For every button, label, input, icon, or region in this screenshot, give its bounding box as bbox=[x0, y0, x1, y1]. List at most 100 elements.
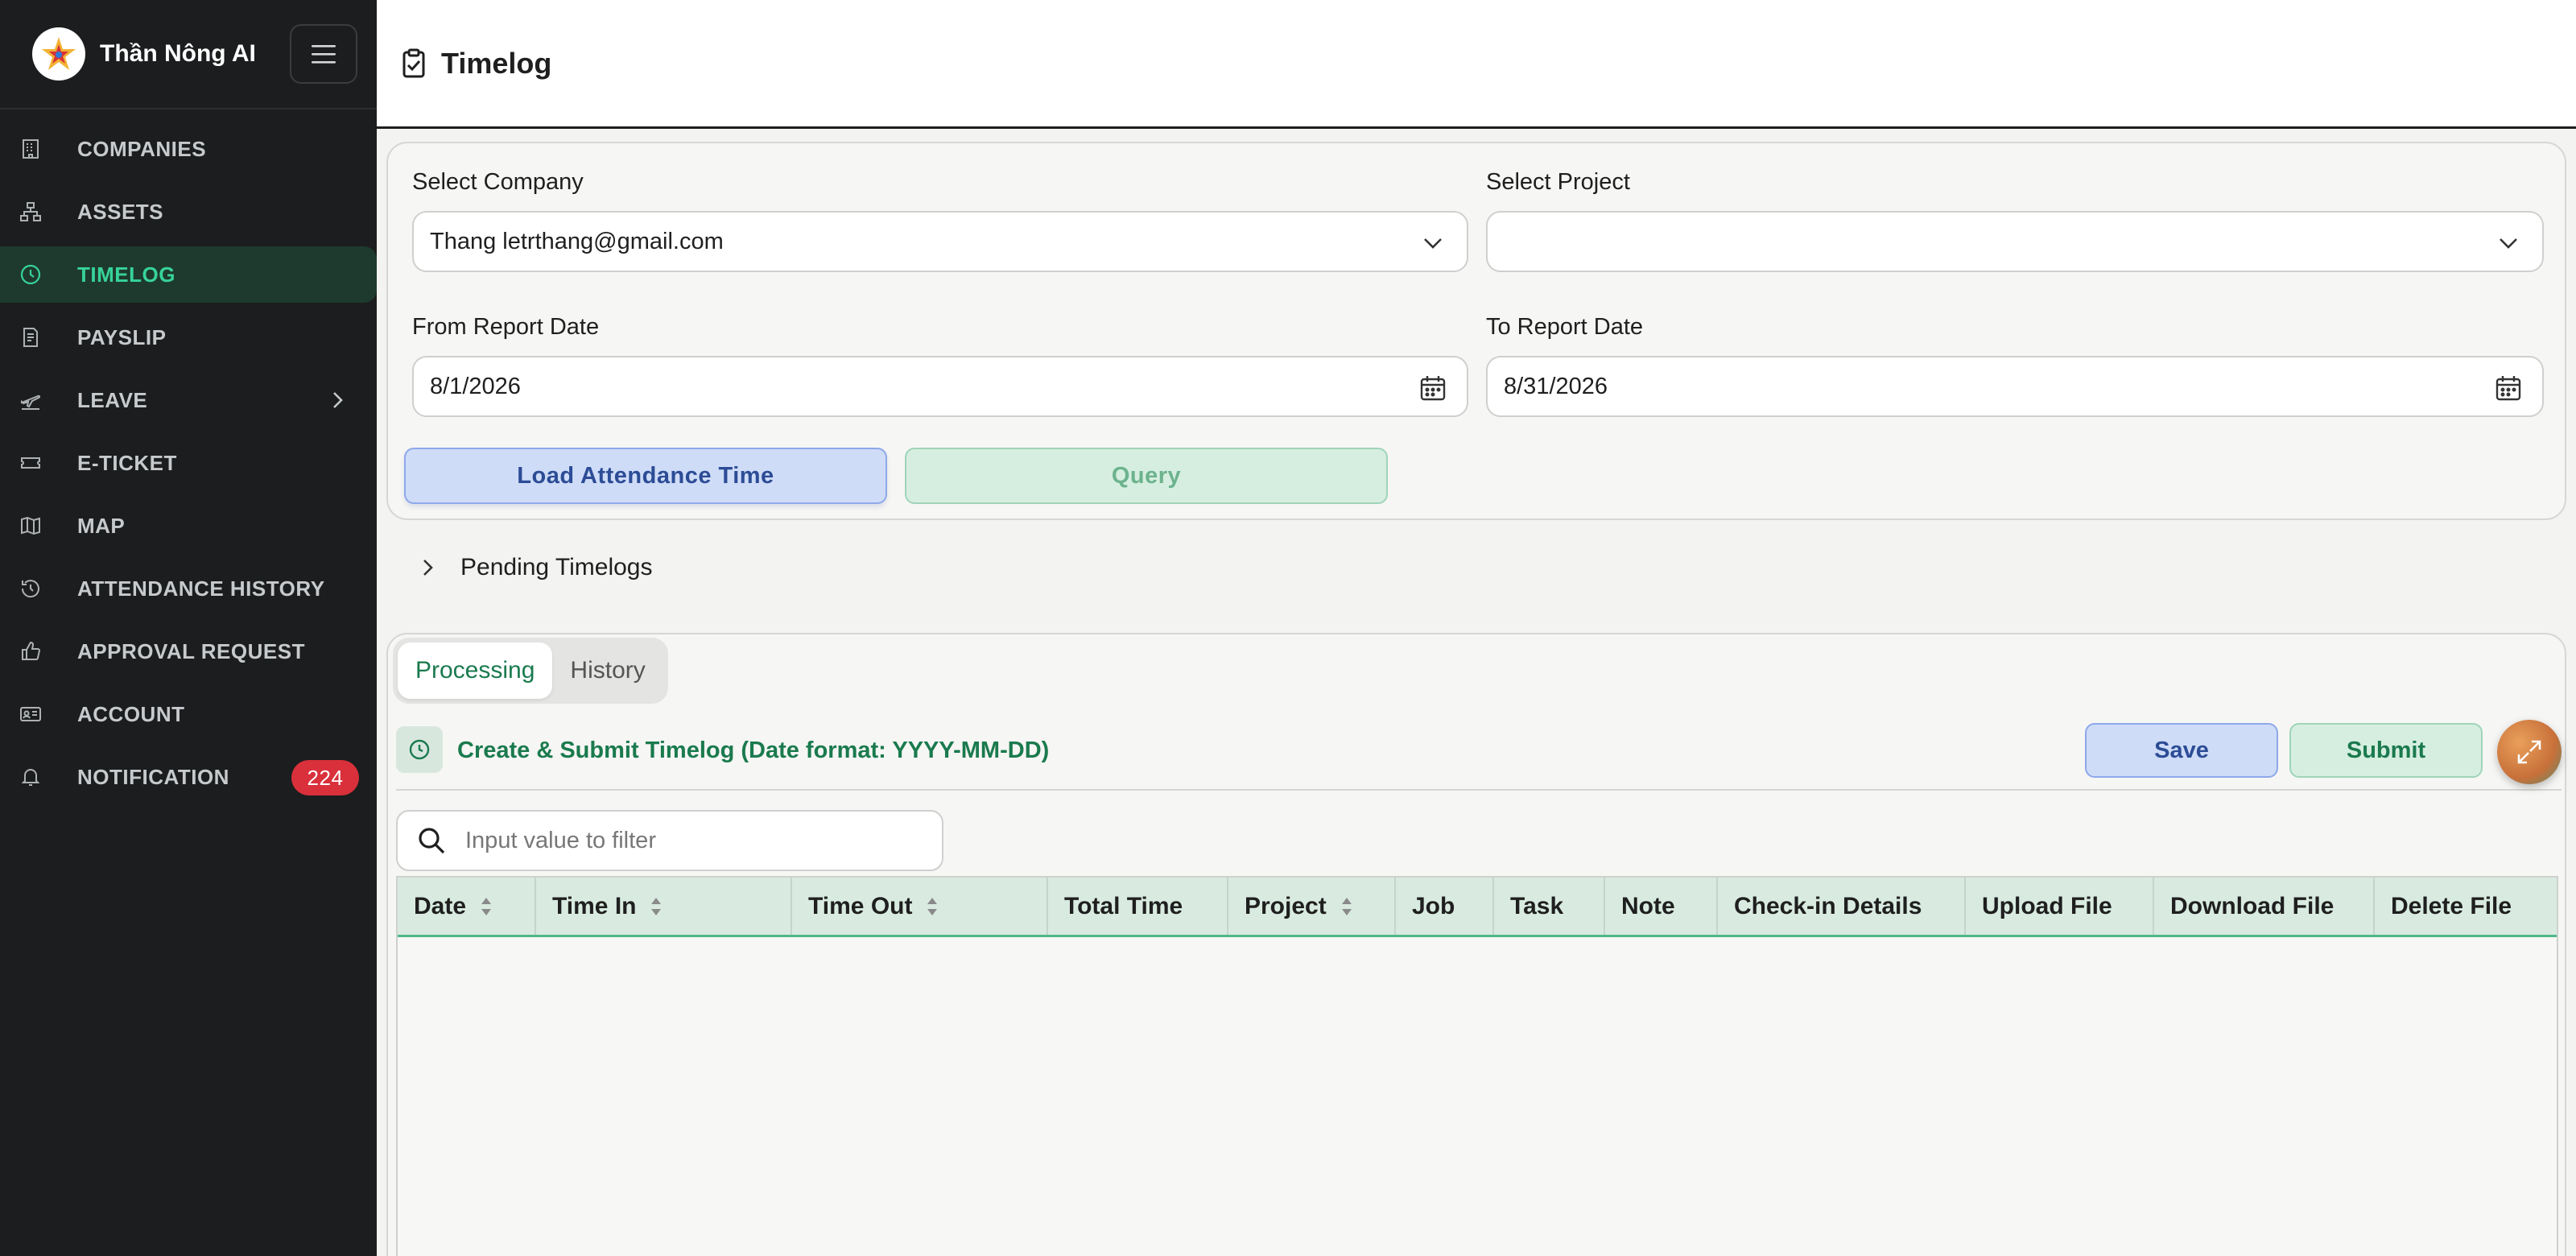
sidebar-item-account[interactable]: ACCOUNT bbox=[0, 686, 377, 742]
clipboard-check-icon bbox=[402, 48, 425, 77]
brand-name: Thần Nông AI bbox=[100, 40, 256, 67]
sidebar-nav: COMPANIES ASSETS TIMELOG PAYSLIP LEAVE E… bbox=[0, 109, 377, 805]
sidebar-item-notification[interactable]: NOTIFICATION 224 bbox=[0, 749, 377, 805]
sidebar-item-label: TIMELOG bbox=[77, 262, 175, 287]
from-date-value: 8/1/2026 bbox=[430, 373, 521, 399]
column-label: Time In bbox=[552, 892, 637, 919]
column-label: Date bbox=[414, 892, 467, 919]
sidebar-item-label: NOTIFICATION bbox=[77, 764, 229, 789]
tab-processing[interactable]: Processing bbox=[398, 642, 553, 699]
notification-count-badge: 224 bbox=[291, 760, 359, 795]
calendar-icon[interactable] bbox=[2494, 374, 2523, 403]
column-header-date[interactable]: Date bbox=[398, 878, 536, 935]
receipt-icon bbox=[19, 326, 42, 349]
hamburger-icon bbox=[312, 45, 336, 64]
ticket-icon bbox=[19, 452, 42, 474]
column-header-upload-file: Upload File bbox=[1966, 878, 2154, 935]
save-button[interactable]: Save bbox=[2085, 723, 2278, 778]
column-header-task: Task bbox=[1494, 878, 1605, 935]
page-header: Timelog bbox=[377, 0, 2576, 129]
column-label: Check-in Details bbox=[1734, 892, 1922, 919]
column-label: Task bbox=[1510, 892, 1564, 919]
brand-header: Thần Nông AI bbox=[0, 0, 377, 109]
column-header-check-in-details: Check-in Details bbox=[1718, 878, 1966, 935]
sort-icon[interactable] bbox=[649, 895, 663, 918]
column-header-time-out[interactable]: Time Out bbox=[792, 878, 1048, 935]
column-header-job: Job bbox=[1396, 878, 1494, 935]
sidebar-item-label: COMPANIES bbox=[77, 136, 207, 161]
bell-icon bbox=[19, 766, 42, 788]
column-header-download-file: Download File bbox=[2154, 878, 2375, 935]
column-header-note: Note bbox=[1605, 878, 1718, 935]
submit-button[interactable]: Submit bbox=[2289, 723, 2483, 778]
select-project-label: Select Project bbox=[1486, 169, 1630, 195]
plane-icon bbox=[19, 389, 42, 411]
to-date-value: 8/31/2026 bbox=[1504, 373, 1608, 399]
column-label: Time Out bbox=[808, 892, 913, 919]
sidebar-item-label: PAYSLIP bbox=[77, 324, 167, 349]
sidebar-item-attendance-history[interactable]: ATTENDANCE HISTORY bbox=[0, 560, 377, 617]
sidebar-item-assets[interactable]: ASSETS bbox=[0, 184, 377, 240]
column-header-total-time: Total Time bbox=[1048, 878, 1228, 935]
company-select[interactable]: Thang letrthang@gmail.com bbox=[412, 211, 1468, 272]
query-button[interactable]: Query bbox=[905, 448, 1388, 504]
calendar-icon[interactable] bbox=[1418, 374, 1447, 403]
chevron-right-icon[interactable] bbox=[325, 388, 349, 412]
chevron-down-icon bbox=[1424, 238, 1442, 249]
chevron-down-icon bbox=[2500, 238, 2517, 249]
pending-timelogs-toggle[interactable]: Pending Timelogs bbox=[415, 554, 652, 581]
select-company-label: Select Company bbox=[412, 169, 584, 195]
table-header: Date Time In Time Out Total Time Project… bbox=[398, 876, 2557, 937]
sidebar-item-label: MAP bbox=[77, 513, 126, 538]
timelog-card: Processing History Create & Submit Timel… bbox=[386, 633, 2566, 1256]
sidebar-item-label: ASSETS bbox=[77, 199, 164, 224]
sidebar-item-label: ATTENDANCE HISTORY bbox=[77, 576, 325, 601]
sidebar-item-leave[interactable]: LEAVE bbox=[0, 372, 377, 428]
history-icon bbox=[19, 577, 42, 600]
create-timelog-toolbar: Create & Submit Timelog (Date format: YY… bbox=[396, 720, 2562, 791]
column-label: Project bbox=[1245, 892, 1327, 919]
brand-logo-icon[interactable] bbox=[32, 27, 85, 81]
filter-card: Select Company Thang letrthang@gmail.com… bbox=[386, 142, 2566, 520]
sort-icon[interactable] bbox=[925, 895, 939, 918]
sidebar-item-timelog[interactable]: TIMELOG bbox=[0, 246, 377, 303]
sidebar-item-label: LEAVE bbox=[77, 387, 148, 412]
sort-icon[interactable] bbox=[479, 895, 493, 918]
id-card-icon bbox=[19, 703, 42, 725]
table-filter bbox=[396, 810, 943, 871]
sidebar-item-label: E-TICKET bbox=[77, 450, 177, 475]
sidebar-item-e-ticket[interactable]: E-TICKET bbox=[0, 435, 377, 491]
sidebar-item-map[interactable]: MAP bbox=[0, 498, 377, 554]
from-report-date-label: From Report Date bbox=[412, 314, 600, 340]
column-label: Download File bbox=[2170, 892, 2334, 919]
sidebar-item-label: APPROVAL REQUEST bbox=[77, 638, 305, 663]
sidebar-item-approval-request[interactable]: APPROVAL REQUEST bbox=[0, 623, 377, 680]
column-header-time-in[interactable]: Time In bbox=[536, 878, 792, 935]
search-icon bbox=[419, 828, 445, 854]
building-icon bbox=[19, 138, 42, 160]
clock-icon bbox=[396, 726, 443, 773]
pending-timelogs-label: Pending Timelogs bbox=[460, 554, 653, 580]
filter-input[interactable] bbox=[465, 827, 916, 854]
load-attendance-time-button[interactable]: Load Attendance Time bbox=[404, 448, 887, 504]
expand-icon bbox=[2517, 740, 2541, 764]
page-title: Timelog bbox=[441, 46, 552, 80]
column-label: Delete File bbox=[2391, 892, 2512, 919]
from-report-date-input[interactable]: 8/1/2026 bbox=[412, 356, 1468, 417]
clock-icon bbox=[19, 263, 42, 286]
project-select[interactable] bbox=[1486, 211, 2544, 272]
timelog-table: Date Time In Time Out Total Time Project… bbox=[396, 876, 2558, 1256]
column-label: Upload File bbox=[1982, 892, 2112, 919]
to-report-date-input[interactable]: 8/31/2026 bbox=[1486, 356, 2544, 417]
hamburger-menu-button[interactable] bbox=[290, 24, 357, 84]
company-select-value: Thang letrthang@gmail.com bbox=[430, 228, 724, 254]
sidebar-item-payslip[interactable]: PAYSLIP bbox=[0, 309, 377, 366]
hierarchy-icon bbox=[19, 200, 42, 223]
expand-fab-button[interactable] bbox=[2497, 720, 2562, 784]
sort-icon[interactable] bbox=[1340, 895, 1354, 918]
sidebar-item-companies[interactable]: COMPANIES bbox=[0, 121, 377, 177]
tab-history[interactable]: History bbox=[552, 642, 663, 699]
map-icon bbox=[19, 514, 42, 537]
timelog-tabs: Processing History bbox=[393, 638, 668, 704]
column-header-project[interactable]: Project bbox=[1228, 878, 1396, 935]
